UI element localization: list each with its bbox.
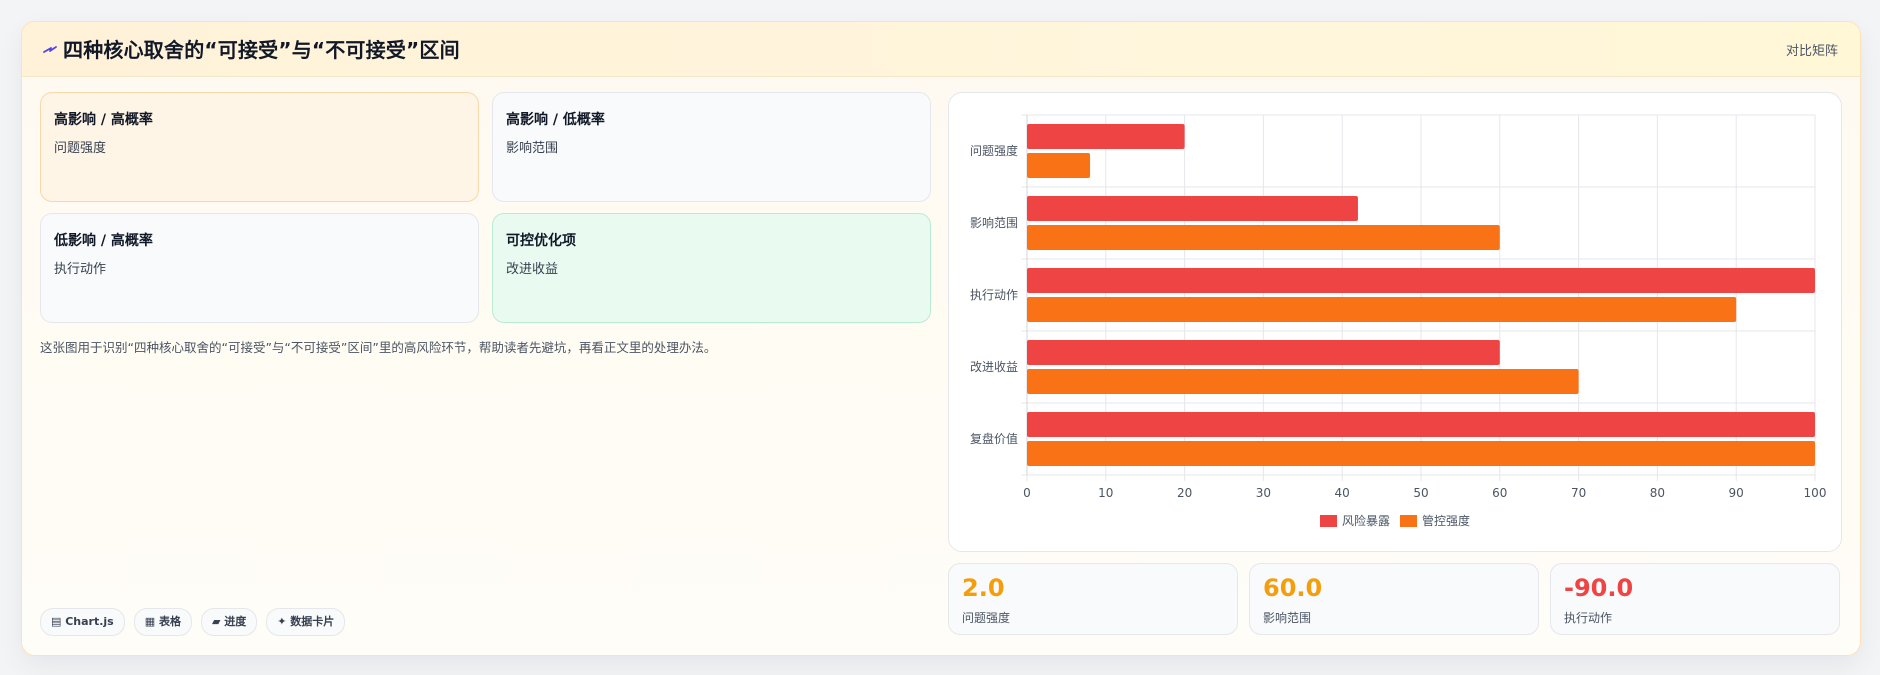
x-tick-label: 30 (1256, 486, 1271, 500)
stat-card-problem-intensity: 2.0 问题强度 (948, 563, 1238, 635)
page-title: 四种核心取舍的“可接受”与“不可接受”区间 (63, 38, 460, 62)
stat-label: 影响范围 (1263, 611, 1312, 625)
horizontal-bar-chart: 0 10 20 30 40 50 60 70 80 90 100 问题强度影响范围执行动作改进收益复盘… (970, 114, 1827, 500)
legend-label: 管控强度 (1422, 514, 1471, 528)
quadrant-high-impact-low-probability: 高影响 / 低概率 影响范围 (492, 92, 931, 202)
bar-control (1027, 225, 1500, 250)
legend-swatch-risk (1319, 514, 1337, 527)
y-tick-label: 影响范围 (970, 215, 1018, 230)
stat-card-execution-action: -90.0 执行动作 (1550, 563, 1840, 635)
bar-control (1027, 369, 1579, 394)
x-tick-label: 80 (1650, 486, 1665, 500)
left-panel: 高影响 / 高概率 问题强度 高影响 / 低概率 影响范围 低影响 / 高概率 … (40, 92, 933, 640)
quadrant-subtitle: 问题强度 (54, 141, 107, 156)
x-tick-label: 20 (1177, 486, 1192, 500)
bar-risk (1027, 268, 1815, 293)
quadrant-title: 高影响 / 低概率 (506, 112, 605, 128)
quadrant-subtitle: 影响范围 (506, 141, 559, 156)
card-header: 四种核心取舍的“可接受”与“不可接受”区间 对比矩阵 (22, 22, 1860, 77)
bar-control (1027, 153, 1091, 178)
quadrant-low-impact-high-probability: 低影响 / 高概率 执行动作 (40, 213, 479, 323)
bar-risk (1027, 196, 1358, 221)
quadrant-subtitle: 改进收益 (506, 262, 559, 277)
stat-value: 2.0 (962, 574, 1005, 602)
bar-risk (1027, 412, 1815, 437)
quadrant-title: 可控优化项 (506, 233, 576, 249)
x-tick-label: 90 (1729, 486, 1744, 500)
quadrant-controllable-optimization: 可控优化项 改进收益 (492, 213, 931, 323)
feature-tags: ▤ Chart.js ▦ 表格 ▰ 进度 ✦ 数据卡片 (40, 608, 346, 636)
bar-control (1027, 441, 1815, 466)
x-tick-label: 50 (1413, 486, 1428, 500)
y-tick-label: 问题强度 (970, 143, 1018, 158)
bar-risk (1027, 124, 1185, 149)
stat-value: -90.0 (1564, 574, 1634, 602)
x-tick-label: 60 (1492, 486, 1507, 500)
quadrant-high-impact-high-probability: 高影响 / 高概率 问题强度 (40, 92, 479, 202)
tag-chartjs[interactable]: ▤ Chart.js (40, 608, 125, 636)
x-tick-label: 100 (1804, 486, 1827, 500)
quadrant-subtitle: 执行动作 (54, 262, 107, 277)
quadrant-title: 高影响 / 高概率 (54, 112, 153, 128)
tag-progress[interactable]: ▰ 进度 (200, 608, 258, 636)
comparison-card: 四种核心取舍的“可接受”与“不可接受”区间 对比矩阵 高影响 / 高概率 问题强… (21, 21, 1861, 656)
chart-legend: 风险暴露 管控强度 (949, 512, 1841, 529)
y-tick-label: 执行动作 (970, 288, 1018, 302)
bar-risk (1027, 340, 1500, 365)
x-tick-label: 70 (1571, 486, 1586, 500)
quadrant-title: 低影响 / 高概率 (54, 233, 153, 249)
bar-chart-card: 0 10 20 30 40 50 60 70 80 90 100 问题强度影响范围执行动作改进收益复盘… (948, 92, 1842, 552)
y-tick-label: 改进收益 (970, 360, 1018, 374)
legend-item-risk[interactable]: 风险暴露 (1319, 512, 1390, 529)
tag-data-card[interactable]: ✦ 数据卡片 (266, 608, 346, 636)
x-tick-label: 40 (1335, 486, 1350, 500)
chart-description: 这张图用于识别“四种核心取舍的“可接受”与“不可接受”区间”里的高风险环节，帮助… (40, 340, 717, 355)
y-tick-label: 复盘价值 (970, 431, 1018, 446)
tag-table[interactable]: ▦ 表格 (133, 608, 192, 636)
pointer-icon (43, 46, 57, 53)
stat-label: 执行动作 (1564, 611, 1613, 625)
stat-label: 问题强度 (962, 611, 1011, 625)
x-tick-label: 0 (1023, 486, 1031, 500)
legend-label: 风险暴露 (1341, 514, 1390, 528)
legend-item-control[interactable]: 管控强度 (1400, 512, 1470, 529)
stat-value: 60.0 (1263, 574, 1323, 602)
x-tick-label: 10 (1098, 486, 1113, 500)
compare-matrix-link[interactable]: 对比矩阵 (1786, 40, 1838, 59)
bar-control (1027, 297, 1737, 322)
stat-card-impact-scope: 60.0 影响范围 (1249, 563, 1539, 635)
legend-swatch-control (1400, 514, 1417, 527)
